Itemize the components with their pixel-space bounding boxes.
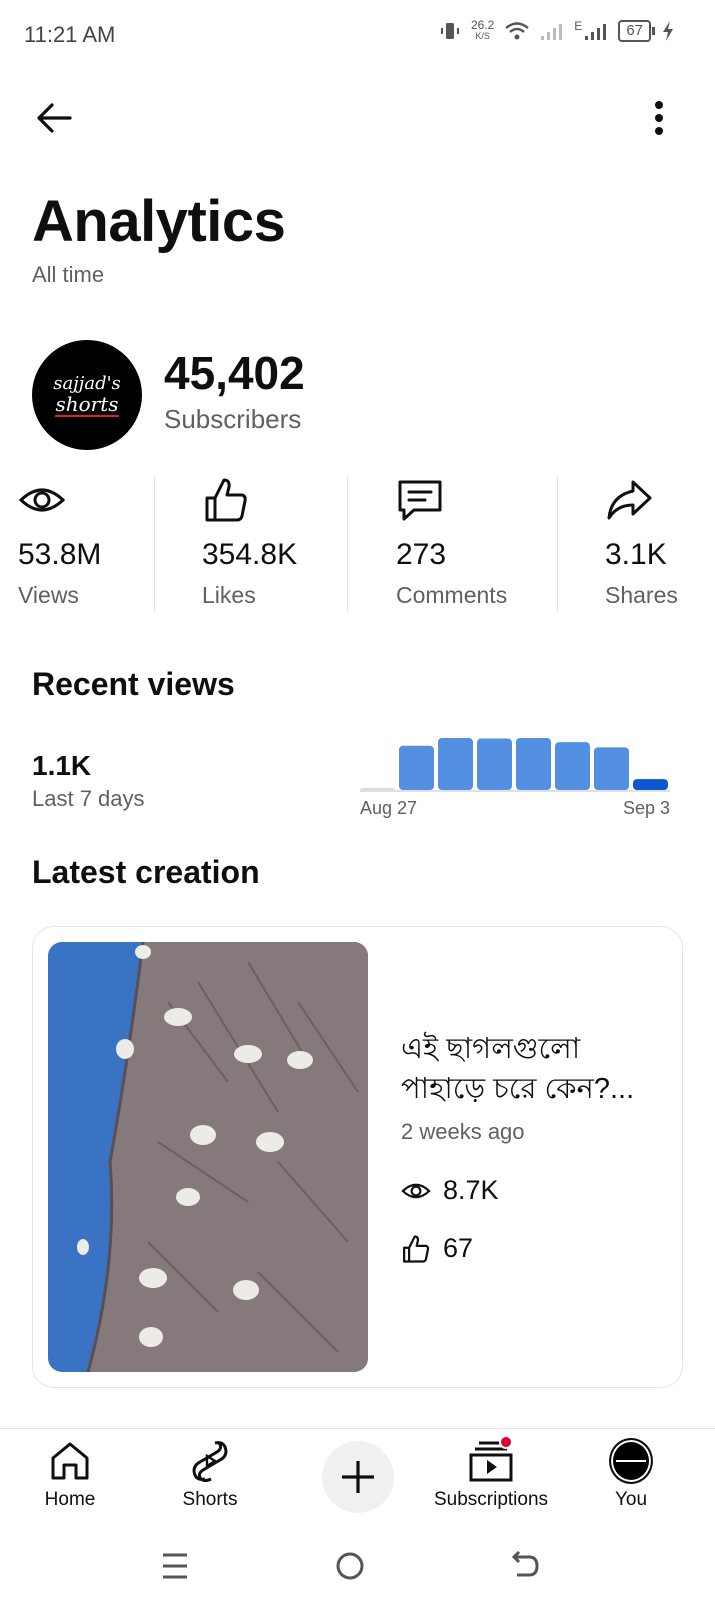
status-icons: 26.2 K/S E 67 (439, 18, 675, 42)
top-bar (0, 90, 715, 146)
share-icon (607, 480, 652, 520)
avatar-text-line1: sajjad's (53, 372, 121, 394)
stat-value: 354.8K (202, 538, 298, 571)
video-title[interactable]: এই ছাগলগুলো পাহাড়ে চরে কেন?... (401, 1029, 671, 1109)
stat-divider (347, 476, 348, 612)
nav-shorts[interactable]: Shorts (140, 1439, 280, 1525)
status-time: 11:21 AM (24, 22, 116, 47)
page-subtitle: All time (32, 262, 105, 287)
chart-bar (399, 745, 434, 790)
stat-label: Shares (605, 582, 678, 608)
nav-you-label: You (614, 1489, 648, 1510)
recent-views-chart[interactable]: Aug 27 Sep 3 (360, 735, 685, 835)
net-speed-value: 26.2 (470, 18, 495, 32)
back-button[interactable] (32, 96, 76, 140)
stat-label: Views (18, 582, 79, 608)
circle-icon (336, 1552, 364, 1580)
user-avatar (609, 1438, 653, 1484)
page-title: Analytics (32, 189, 286, 254)
stat-divider (557, 476, 558, 612)
arrow-left-icon (37, 103, 72, 133)
nav-subscriptions[interactable]: Subscriptions (421, 1435, 561, 1525)
latest-creation-title: Latest creation (32, 854, 260, 890)
stat-value: 273 (396, 538, 447, 571)
stat-label: Comments (396, 582, 508, 608)
stat-divider (154, 476, 155, 612)
chart-bar (555, 742, 590, 790)
video-views-value: 8.7K (443, 1175, 499, 1205)
plus-icon (342, 1461, 374, 1493)
chart-bar (477, 738, 512, 790)
back-system-button[interactable] (503, 1544, 547, 1588)
avatar-text-line2: shorts (55, 391, 119, 417)
chart-end-label: Sep 3 (623, 798, 670, 818)
chart-start-label: Aug 27 (360, 798, 417, 818)
create-button[interactable] (322, 1441, 394, 1513)
recent-views-value: 1.1K (32, 750, 92, 781)
recent-views-period: Last 7 days (32, 786, 145, 811)
recent-apps-button[interactable] (153, 1544, 197, 1588)
net-speed-unit: K/S (475, 31, 490, 41)
latest-video-card[interactable]: এই ছাগলগুলো পাহাড়ে চরে কেন?... 2 weeks … (32, 926, 683, 1388)
thumbs-up-icon (205, 478, 247, 522)
status-bar: 11:21 AM 26.2 K/S E 67 (0, 0, 715, 72)
menu-icon (163, 1553, 187, 1579)
chart-bar (360, 788, 395, 790)
wifi-icon (505, 22, 530, 40)
stat-value: 53.8M (18, 538, 102, 571)
video-thumbnail[interactable] (48, 942, 368, 1372)
vibrate-icon (440, 23, 459, 39)
notification-dot (499, 1435, 513, 1449)
chart-bar (438, 738, 473, 790)
stat-label: Likes (202, 582, 256, 608)
channel-summary: sajjad's shorts 45,402 Subscribers (32, 340, 682, 452)
eye-icon (18, 488, 66, 512)
nav-subscriptions-label: Subscriptions (433, 1489, 549, 1510)
more-options-button[interactable] (637, 96, 681, 140)
back-gesture-icon (511, 1551, 539, 1577)
video-likes: 67 (401, 1233, 473, 1264)
chart-bar (516, 738, 551, 790)
battery-indicator: 67 (618, 20, 655, 42)
signal-icon (585, 24, 607, 40)
network-type: E (574, 19, 583, 33)
home-system-button[interactable] (328, 1544, 372, 1588)
thumbs-up-icon (403, 1234, 430, 1263)
chart-bar (633, 779, 668, 790)
video-age: 2 weeks ago (401, 1119, 525, 1144)
shorts-icon (192, 1441, 228, 1482)
video-likes-value: 67 (443, 1233, 474, 1263)
channel-avatar: sajjad's shorts (32, 340, 142, 450)
nav-shorts-label: Shorts (182, 1489, 238, 1510)
net-speed: 26.2 K/S (470, 18, 495, 42)
eye-icon (401, 1183, 431, 1198)
comment-icon (398, 480, 442, 521)
recent-views-title: Recent views (32, 666, 235, 702)
subscribers-value: 45,402 (164, 347, 305, 399)
home-icon (51, 1442, 89, 1480)
more-vertical-icon (655, 101, 663, 135)
system-navigation (0, 1530, 715, 1600)
bottom-navigation: Home Shorts Subscriptions You (0, 1428, 715, 1528)
video-views: 8.7K (401, 1175, 499, 1206)
nav-home-label: Home (44, 1489, 96, 1510)
subscribers-label: Subscribers (164, 404, 302, 434)
nav-home[interactable]: Home (0, 1439, 140, 1525)
nav-you[interactable]: You (561, 1438, 701, 1525)
signal-weak-icon (541, 24, 563, 40)
thumbnail-image (48, 942, 368, 1372)
charging-icon (663, 21, 673, 41)
stats-row: 53.8M Views 354.8K Likes 273 Comments 3.… (0, 476, 715, 612)
chart-bar (594, 747, 629, 790)
stat-value: 3.1K (605, 538, 667, 571)
